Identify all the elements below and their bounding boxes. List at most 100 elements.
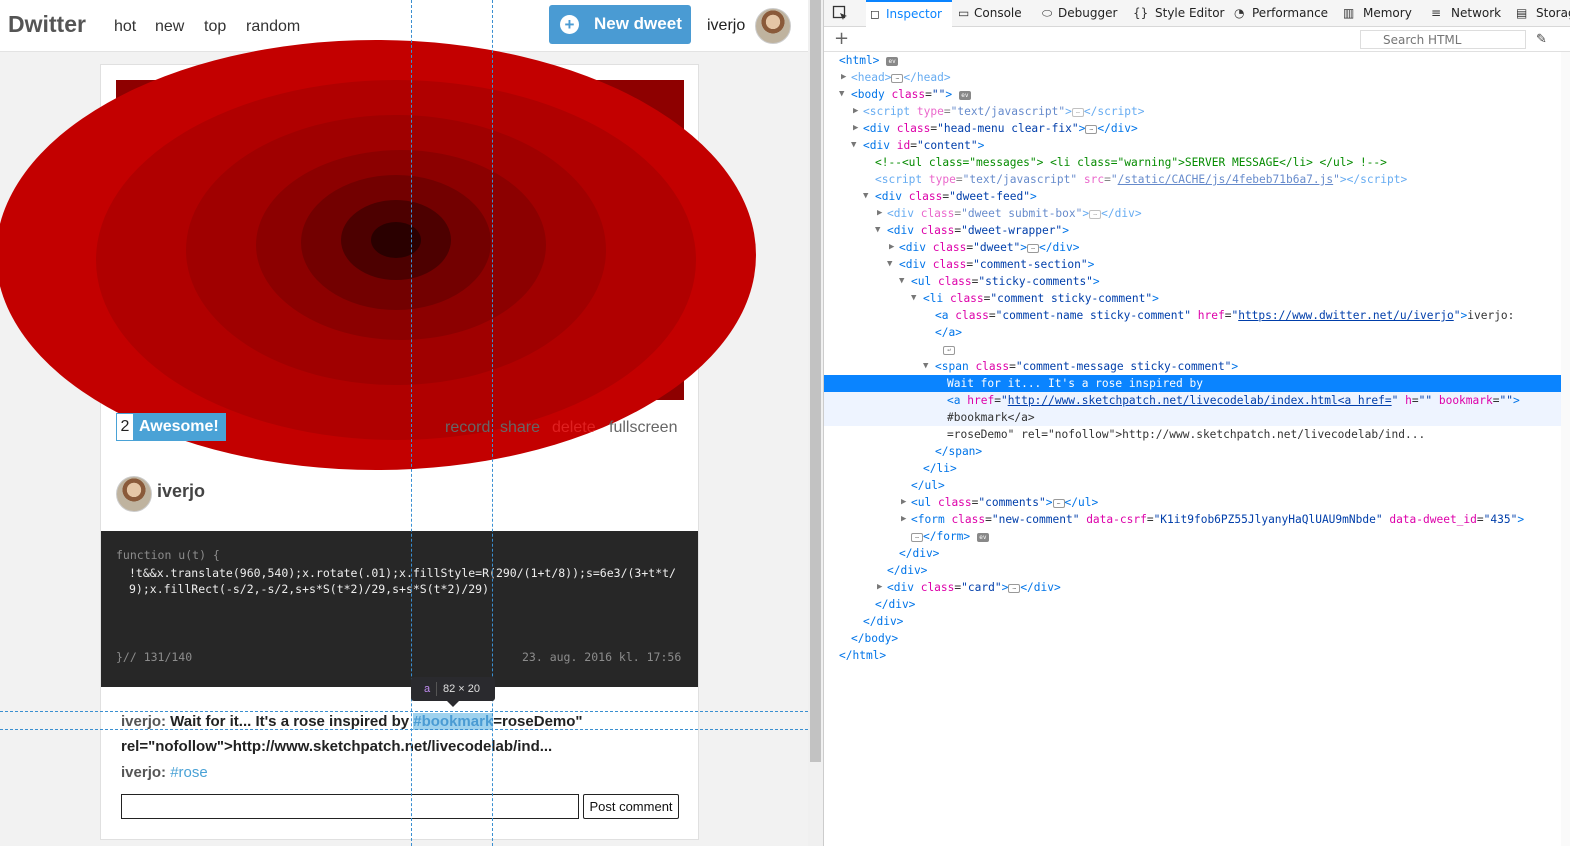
dweet-date[interactable]: 23. aug. 2016 kl. 17:56 [522, 650, 681, 664]
markup-scrollbar[interactable] [1561, 52, 1570, 846]
nav-random[interactable]: random [246, 18, 300, 36]
element-picker-icon[interactable] [832, 5, 849, 22]
comment-1: iverjo: Wait for it... It's a rose inspi… [121, 713, 583, 730]
tooltip-tag: a [424, 683, 431, 695]
tab-storage[interactable]: ▤ Storag [1516, 0, 1570, 27]
tree-node-body[interactable]: ▼ <body class=""> ev [824, 86, 1561, 103]
highlight-guide [492, 0, 493, 846]
code-header: function u(t) { [116, 548, 220, 562]
tree-node-script[interactable]: ▶ <script type="text/javascript">… </scrip… [824, 103, 1561, 120]
code-line: !t&&x.translate(960,540);x.rotate(.01);x… [129, 566, 676, 580]
dweet-canvas[interactable] [0, 40, 756, 470]
devtools-tabbar: ◻ Inspector ▭ Console ⬭ Debugger {} Style Ed… [824, 0, 1570, 27]
tree-node-comment[interactable]: <!--<ul class="messages"> <li class="war… [824, 154, 1561, 171]
share-link[interactable]: share [500, 419, 540, 437]
tree-node-dweet[interactable]: ▶ <div class="dweet">… </div> [824, 239, 1561, 256]
tree-node-selected-text[interactable]: Wait for it... It's a rose inspired by [824, 375, 1561, 392]
code-editor[interactable]: function u(t) { !t&&x.translate(960,540)… [101, 531, 698, 687]
tree-node-text[interactable]: =roseDemo" rel="nofollow">http://www.ske… [824, 426, 1561, 443]
tree-node-head-menu[interactable]: ▶ <div class="head-menu clear-fix">… </div… [824, 120, 1561, 137]
awesome-button[interactable]: 2 Awesome! [116, 413, 226, 441]
tree-node-span-close[interactable]: </span> [824, 443, 1561, 460]
eyedropper-icon[interactable]: ✎ [1536, 32, 1547, 47]
tree-node-comments[interactable]: ▶ <ul class="comments">… </ul> [824, 494, 1561, 511]
bookmark-link[interactable]: #bookmark [413, 713, 494, 730]
current-user-name[interactable]: iverjo [707, 17, 745, 35]
tab-network[interactable]: ≡ Network [1431, 0, 1501, 27]
tab-inspector[interactable]: ◻ Inspector [866, 0, 952, 27]
tab-performance[interactable]: ◔ Performance [1234, 0, 1328, 27]
char-count: }// 131/140 [116, 650, 193, 664]
tree-node-html[interactable]: <html> ev [824, 52, 1561, 69]
tree-node-submit-box[interactable]: ▶ <div class="dweet submit-box">… </div> [824, 205, 1561, 222]
add-node-icon[interactable]: + [834, 28, 849, 49]
tree-node-div-close[interactable]: </div> [824, 596, 1561, 613]
tab-memory[interactable]: ▥ Memory [1343, 0, 1412, 27]
tree-node-form-close[interactable]: … </form> ev [824, 528, 1561, 545]
tree-node-bookmark-link[interactable]: <a href="http://www.sketchpatch.net/live… [824, 392, 1561, 409]
tree-node-a-close[interactable]: </a> [824, 324, 1561, 341]
tree-node-li-comment[interactable]: ▼ <li class="comment sticky-comment"> [824, 290, 1561, 307]
tree-node-div-close[interactable]: </div> [824, 562, 1561, 579]
author-avatar[interactable] [116, 476, 152, 512]
tree-node-comment-name[interactable]: <a class="comment-name sticky-comment" h… [824, 307, 1561, 324]
highlight-guide [0, 729, 808, 730]
awesome-count: 2 [117, 414, 133, 440]
tab-label: Memory [1363, 6, 1412, 20]
tab-style-editor[interactable]: {} Style Editor [1133, 0, 1224, 27]
tree-node-whitespace[interactable]: ↵ [824, 341, 1561, 358]
tree-node-div-close[interactable]: </div> [824, 545, 1561, 562]
tree-node-sticky-comments[interactable]: ▼ <ul class="sticky-comments"> [824, 273, 1561, 290]
tree-node-li-close[interactable]: </li> [824, 460, 1561, 477]
record-link[interactable]: record [445, 419, 490, 437]
nav-hot[interactable]: hot [114, 18, 136, 36]
comment-author[interactable]: iverjo: [121, 764, 166, 781]
search-html-input[interactable] [1360, 30, 1526, 49]
highlight-guide [411, 0, 412, 846]
comment-1-cont: rel="nofollow">http://www.sketchpatch.ne… [121, 738, 553, 755]
tree-node-dweet-feed[interactable]: ▼ <div class="dweet-feed"> [824, 188, 1561, 205]
tab-label: Network [1451, 6, 1502, 20]
page-scrollbar[interactable] [808, 0, 823, 846]
debugger-icon: ⬭ [1042, 6, 1053, 20]
highlight-guide [0, 711, 808, 712]
tooltip-size: 82 × 20 [443, 683, 481, 695]
tree-node-new-comment-form[interactable]: ▶ <form class="new-comment" data-csrf="K1… [824, 511, 1561, 528]
nav-new[interactable]: new [155, 18, 184, 36]
fullscreen-link[interactable]: fullscreen [609, 419, 677, 437]
element-size-tooltip: a 82 × 20 [411, 677, 495, 707]
inspector-toolbar: + ⌕ ✎ [824, 27, 1570, 52]
tree-node-content[interactable]: ▼ <div id="content"> [824, 137, 1561, 154]
tooltip-arrow [447, 701, 459, 707]
user-avatar[interactable] [755, 8, 791, 44]
hashtag-link[interactable]: #rose [170, 764, 208, 781]
tab-debugger[interactable]: ⬭ Debugger [1042, 0, 1117, 27]
delete-link[interactable]: delete [552, 419, 596, 437]
tree-node-comment-section[interactable]: ▼ <div class="comment-section"> [824, 256, 1561, 273]
tree-node-head[interactable]: ▶ <head>… </head> [824, 69, 1561, 86]
tree-node-html-close[interactable]: </html> [824, 647, 1561, 664]
tree-node-card[interactable]: ▶ <div class="card">… </div> [824, 579, 1561, 596]
tree-node-script-cache[interactable]: <script type="text/javascript" src="/sta… [824, 171, 1561, 188]
tree-node-comment-message[interactable]: ▼ <span class="comment-message sticky-com… [824, 358, 1561, 375]
author-name[interactable]: iverjo [157, 481, 205, 502]
new-dweet-button[interactable]: + New dweet [549, 5, 691, 44]
style-editor-icon: {} [1133, 6, 1149, 20]
awesome-label: Awesome! [133, 414, 225, 440]
tab-console[interactable]: ▭ Console [958, 0, 1022, 27]
comment-input[interactable] [121, 794, 579, 819]
tree-node-dweet-wrapper[interactable]: ▼ <div class="dweet-wrapper"> [824, 222, 1561, 239]
tree-node-div-close[interactable]: </div> [824, 613, 1561, 630]
post-comment-button[interactable]: Post comment [583, 794, 679, 819]
memory-icon: ▥ [1343, 6, 1355, 20]
tree-node-ul-close[interactable]: </ul> [824, 477, 1561, 494]
devtools-panel: ◻ Inspector ▭ Console ⬭ Debugger {} Style Ed… [823, 0, 1570, 846]
tree-node-bookmark-text[interactable]: #bookmark</a> [824, 409, 1561, 426]
nav-top[interactable]: top [204, 18, 226, 36]
comment-2: iverjo: #rose [121, 764, 208, 781]
scrollbar-thumb[interactable] [810, 0, 821, 762]
tree-node-body-close[interactable]: </body> [824, 630, 1561, 647]
comment-author[interactable]: iverjo: [121, 713, 166, 730]
tab-label: Console [974, 6, 1022, 20]
site-logo[interactable]: Dwitter [8, 11, 86, 38]
